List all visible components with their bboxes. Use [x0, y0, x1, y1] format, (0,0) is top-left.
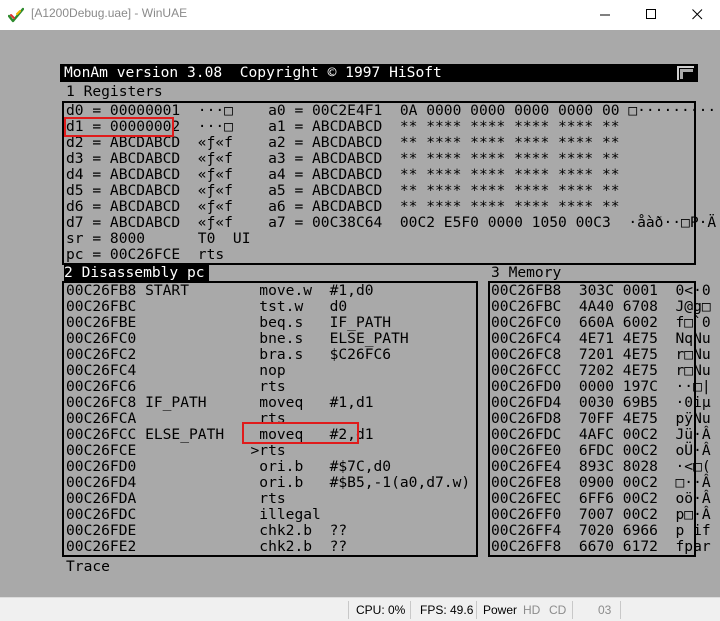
window-depth-gadget-icon[interactable]: [676, 65, 695, 81]
close-button[interactable]: [674, 0, 720, 30]
disassembly-line: 00C26FDE chk2.b ??: [66, 522, 348, 539]
disassembly-line: 00C26FD0 ori.b #$7C,d0: [66, 458, 392, 475]
memory-line: 00C26FD4 0030 69B5 ·0iµ: [491, 394, 711, 411]
memory-line: 00C26FEC 6FF6 00C2 oö·Â: [491, 490, 711, 507]
disassembly-line: 00C26FBC tst.w d0: [66, 298, 348, 315]
title-bar: [A1200Debug.uae] - WinUAE: [0, 0, 720, 30]
cpu-usage: CPU: 0%: [356, 603, 406, 617]
monam-title: MonAm version 3.08 Copyright © 1997 HiSo…: [64, 64, 442, 81]
memory-line: 00C26FE0 6FDC 00C2 oÜ·Â: [491, 442, 711, 459]
memory-line: 00C26FC4 4E71 4E75 NqNu: [491, 330, 711, 347]
close-icon: [692, 9, 703, 20]
register-row: d2 = ABCDABCD «ƒ«f a2 = ABCDABCD ** ****…: [66, 134, 620, 151]
floppy-drive-indicator[interactable]: 03: [598, 603, 611, 617]
disassembly-line: 00C26FE2 chk2.b ??: [66, 538, 348, 555]
memory-line: 00C26FD0 0000 197C ··□|: [491, 378, 711, 395]
cd-led[interactable]: CD: [549, 603, 566, 617]
maximize-icon: [646, 9, 656, 19]
status-separator: [410, 601, 411, 619]
register-row: d4 = ABCDABCD «ƒ«f a4 = ABCDABCD ** ****…: [66, 166, 620, 183]
memory-line: 00C26FBC 4A40 6708 J@g□: [491, 298, 711, 315]
disassembly-line: 00C26FD4 ori.b #$B5,-1(a0,d7.w): [66, 474, 471, 491]
window-title: [A1200Debug.uae] - WinUAE: [31, 6, 188, 20]
memory-line: 00C26FC0 660A 6002 f□`0: [491, 314, 711, 331]
fps-counter: FPS: 49.6: [420, 603, 474, 617]
status-separator: [572, 601, 573, 619]
d1-register-highlight: [64, 117, 174, 137]
disassembly-line: 00C26FC4 nop: [66, 362, 286, 379]
disassembly-line: 00C26FC0 bne.s ELSE_PATH: [66, 330, 409, 347]
memory-line: 00C26FDC 4AFC 00C2 Jü·Â: [491, 426, 711, 443]
disassembly-line: 00C26FC2 bra.s $C26FC6: [66, 346, 392, 363]
disassembly-line: 00C26FDA rts: [66, 490, 286, 507]
disassembly-line: 00C26FB8 START move.w #1,d0: [66, 282, 374, 299]
status-register-row: sr = 8000 T0 UI: [66, 230, 251, 247]
memory-line: 00C26FE4 893C 8028 ·<□(: [491, 458, 711, 475]
memory-line: 00C26FB8 303C 0001 0<·0: [491, 282, 711, 299]
minimize-icon: [600, 14, 610, 16]
disassembly-line: 00C26FDC illegal: [66, 506, 321, 523]
disassembly-line: 00C26FC6 rts: [66, 378, 286, 395]
status-separator: [348, 601, 349, 619]
register-row: d3 = ABCDABCD «ƒ«f a3 = ABCDABCD ** ****…: [66, 150, 620, 167]
memory-line: 00C26FF8 6670 6172 fpar: [491, 538, 711, 555]
register-row: d5 = ABCDABCD «ƒ«f a5 = ABCDABCD ** ****…: [66, 182, 620, 199]
registers-panel-title[interactable]: 1 Registers: [66, 84, 163, 100]
disassembly-line: 00C26FBE beq.s IF_PATH: [66, 314, 392, 331]
memory-line: 00C26FD8 70FF 4E75 pÿNu: [491, 410, 711, 427]
power-led[interactable]: Power: [483, 603, 517, 617]
register-row: d6 = ABCDABCD «ƒ«f a6 = ABCDABCD ** ****…: [66, 198, 620, 215]
memory-line: 00C26FCC 7202 4E75 r□Nu: [491, 362, 711, 379]
status-separator: [620, 601, 621, 619]
monam-header-bar: MonAm version 3.08 Copyright © 1997 HiSo…: [60, 64, 698, 82]
hd-led[interactable]: HD: [523, 603, 540, 617]
memory-line: 00C26FF0 7007 00C2 p□·Â: [491, 506, 711, 523]
status-bar: CPU: 0% FPS: 49.6 Power HD CD 03: [0, 597, 720, 621]
memory-line: 00C26FC8 7201 4E75 r□Nu: [491, 346, 711, 363]
disassembly-line: 00C26FC8 IF_PATH moveq #1,d1: [66, 394, 374, 411]
register-row: d7 = ABCDABCD «ƒ«f a7 = 00C38C64 00C2 E5…: [66, 214, 717, 231]
status-separator: [476, 601, 477, 619]
memory-line: 00C26FF4 7020 6966 p if: [491, 522, 711, 539]
winuae-app-icon: [8, 7, 24, 23]
disassembly-panel-title[interactable]: 2 Disassembly pc: [64, 265, 209, 281]
minimize-button[interactable]: [582, 0, 628, 30]
memory-panel-title[interactable]: 3 Memory: [491, 265, 561, 281]
disassembly-current-line: 00C26FCE >rts: [66, 442, 286, 459]
moveq-instruction-highlight: [242, 422, 359, 444]
maximize-button[interactable]: [628, 0, 674, 30]
memory-line: 00C26FE8 0900 00C2 □··Â: [491, 474, 711, 491]
program-counter-row: pc = 00C26FCE rts: [66, 246, 225, 263]
emulator-screen[interactable]: MonAm version 3.08 Copyright © 1997 HiSo…: [0, 30, 720, 597]
trace-status-line: Trace: [66, 558, 110, 575]
